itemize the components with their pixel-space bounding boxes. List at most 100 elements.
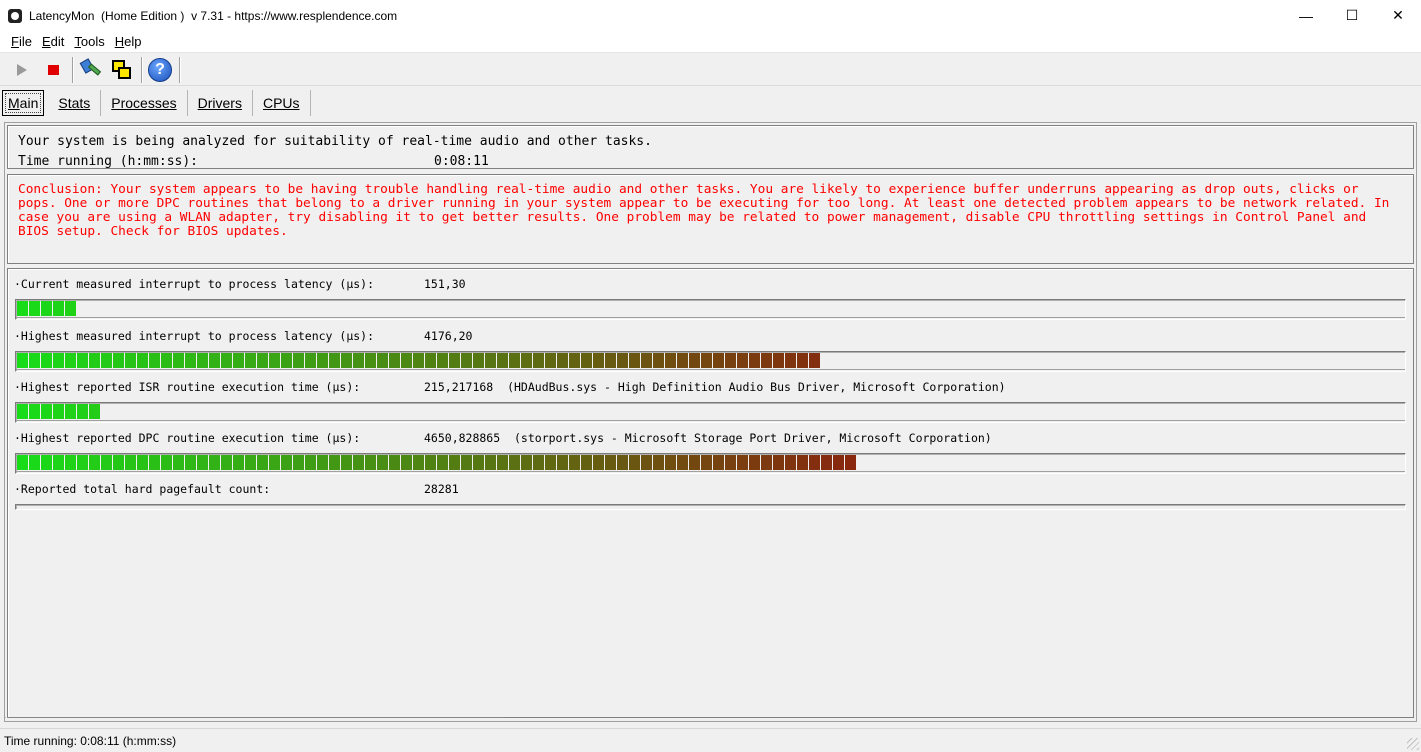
- help-button[interactable]: ?: [146, 56, 174, 84]
- isr-meter: [15, 402, 1406, 423]
- meter-segment: [845, 455, 856, 470]
- help-icon: ?: [148, 57, 172, 82]
- meter-segment: [701, 353, 712, 368]
- size-grip[interactable]: [1407, 738, 1419, 750]
- meter-segment: [701, 455, 712, 470]
- meter-segment: [53, 301, 64, 316]
- meter-segment: [605, 353, 616, 368]
- meter-segment: [77, 455, 88, 470]
- meter-segment: [41, 455, 52, 470]
- status-text: Time running: 0:08:11 (h:mm:ss): [4, 733, 177, 748]
- metric-value: 4650,828865 (storport.sys - Microsoft St…: [424, 431, 992, 445]
- meter-segment: [293, 455, 304, 470]
- stop-button[interactable]: [39, 56, 67, 84]
- meter-segment: [437, 353, 448, 368]
- meter-segment: [545, 353, 556, 368]
- analysis-message: Your system is being analyzed for suitab…: [18, 134, 652, 149]
- meter-segment: [461, 455, 472, 470]
- meter-segment: [581, 353, 592, 368]
- meter-segment: [17, 404, 28, 419]
- meter-segment: [425, 353, 436, 368]
- tab-processes[interactable]: Processes: [101, 90, 188, 116]
- meter-segment: [773, 455, 784, 470]
- maximize-button[interactable]: ☐: [1329, 0, 1375, 31]
- meter-segment: [593, 455, 604, 470]
- meter-segment: [773, 353, 784, 368]
- toolbar: ?: [0, 54, 1421, 86]
- tools-button[interactable]: [77, 56, 105, 84]
- tab-drivers[interactable]: Drivers: [188, 90, 253, 116]
- meter-segment: [305, 455, 316, 470]
- meter-segment: [197, 455, 208, 470]
- minimize-button[interactable]: —: [1283, 0, 1329, 31]
- menu-file[interactable]: File: [6, 34, 37, 49]
- start-button[interactable]: [8, 56, 36, 84]
- meter-segment: [485, 353, 496, 368]
- menu-help[interactable]: Help: [110, 34, 147, 49]
- meter-segment: [197, 353, 208, 368]
- meter-segment: [389, 353, 400, 368]
- meter-segment: [221, 353, 232, 368]
- meter-segment: [533, 455, 544, 470]
- menu-tools[interactable]: Tools: [69, 34, 109, 49]
- metric-value: 4176,20: [424, 329, 473, 343]
- meter-segment: [353, 353, 364, 368]
- tab-main[interactable]: Main: [2, 90, 45, 116]
- metric-value: 28281: [424, 482, 459, 496]
- metric-label: ·Highest reported DPC routine execution …: [14, 431, 361, 445]
- meter-segment: [17, 301, 28, 316]
- metric-value: 215,217168 (HDAudBus.sys - High Definiti…: [424, 380, 1006, 394]
- meter-segment: [569, 353, 580, 368]
- meter-segment: [545, 455, 556, 470]
- meter-segment: [497, 353, 508, 368]
- meter-segment: [365, 353, 376, 368]
- meter-segment: [341, 353, 352, 368]
- main-panel: Your system is being analyzed for suitab…: [4, 122, 1417, 722]
- meter-segment: [569, 455, 580, 470]
- meter-segment: [173, 353, 184, 368]
- meter-segment: [137, 353, 148, 368]
- summary-panel: Your system is being analyzed for suitab…: [7, 125, 1414, 169]
- meter-segment: [17, 353, 28, 368]
- meter-segment: [401, 455, 412, 470]
- tab-stats[interactable]: Stats: [48, 90, 102, 116]
- meter-segment: [629, 455, 640, 470]
- meter-segment: [281, 353, 292, 368]
- close-button[interactable]: ✕: [1375, 0, 1421, 31]
- meter-segment: [209, 353, 220, 368]
- meter-segment: [449, 353, 460, 368]
- meter-segment: [53, 353, 64, 368]
- meter-segment: [245, 455, 256, 470]
- meter-segment: [317, 353, 328, 368]
- meter-segment: [161, 353, 172, 368]
- meter-segment: [665, 353, 676, 368]
- meter-segment: [533, 353, 544, 368]
- meter-segment: [401, 353, 412, 368]
- meter-segment: [29, 353, 40, 368]
- meter-segment: [761, 353, 772, 368]
- tab-cpus[interactable]: CPUs: [253, 90, 311, 116]
- meter-segment: [749, 455, 760, 470]
- meter-segment: [41, 404, 52, 419]
- meter-segment: [689, 455, 700, 470]
- meter-segment: [125, 353, 136, 368]
- meter-segment: [29, 301, 40, 316]
- metric-highest-dpc: ·Highest reported DPC routine execution …: [14, 423, 1407, 474]
- meter-segment: [473, 455, 484, 470]
- metric-current-latency: ·Current measured interrupt to process l…: [14, 269, 1407, 320]
- metric-label: ·Highest reported ISR routine execution …: [14, 380, 361, 394]
- meter-segment: [617, 455, 628, 470]
- meter-segment: [497, 455, 508, 470]
- meter-segment: [293, 353, 304, 368]
- menu-edit[interactable]: Edit: [37, 34, 69, 49]
- meter-segment: [17, 455, 28, 470]
- meter-segment: [305, 353, 316, 368]
- meter-segment: [749, 353, 760, 368]
- meter-segment: [173, 455, 184, 470]
- meter-segment: [737, 455, 748, 470]
- meter-segment: [221, 455, 232, 470]
- divider: [4, 717, 504, 718]
- meter-segment: [557, 353, 568, 368]
- meter-segment: [521, 455, 532, 470]
- windows-button[interactable]: [108, 56, 136, 84]
